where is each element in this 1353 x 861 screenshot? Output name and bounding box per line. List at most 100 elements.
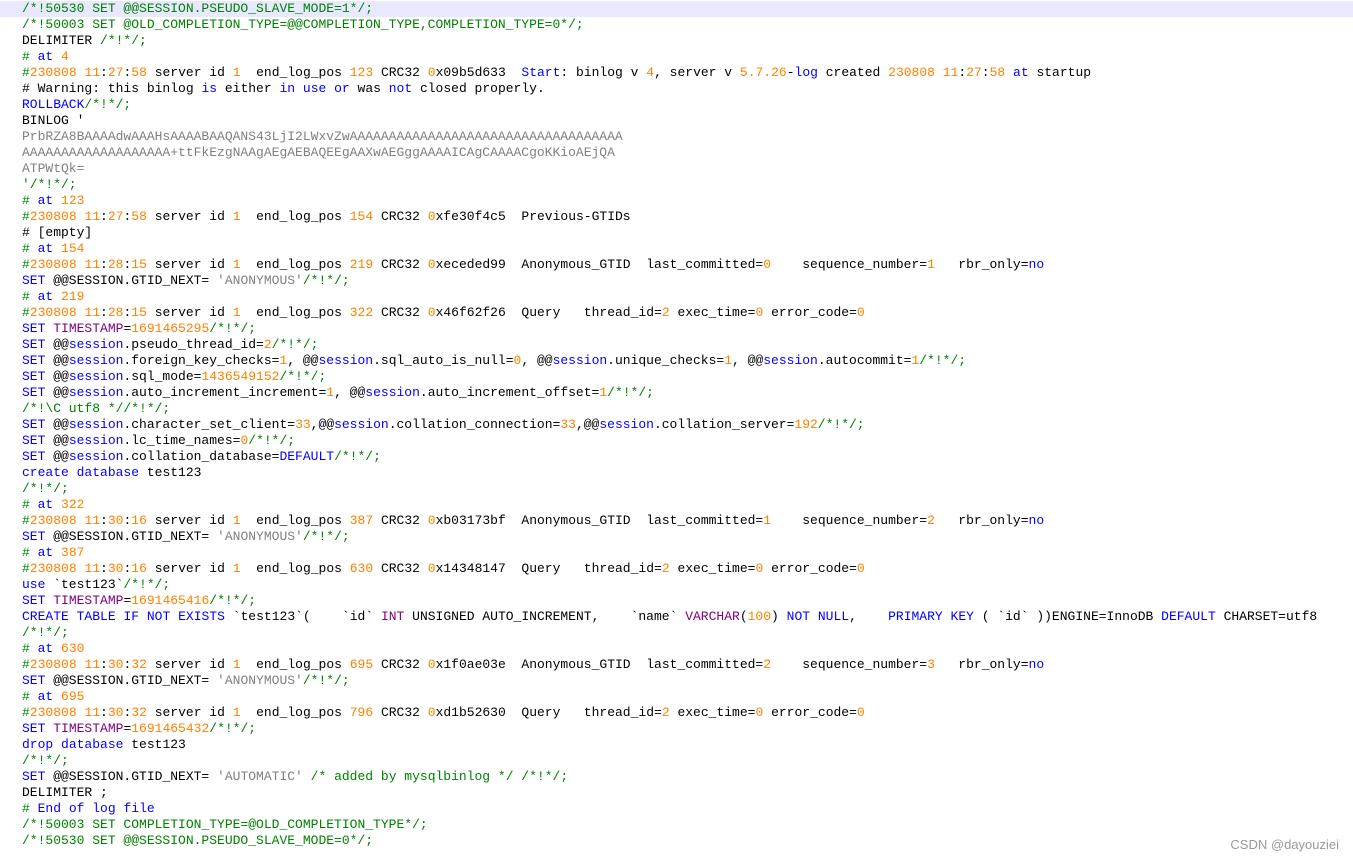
code-line[interactable]: AAAAAAAAAAAAAAAAAAA+ttFkEzgNAAgAEgAEBAQE… [22,145,615,161]
code-token: 3 [927,657,935,672]
code-token: `test123`( `id` [224,609,381,624]
code-token: : [100,513,108,528]
code-line[interactable]: SET TIMESTAMP=1691465432/*!*/; [22,721,256,737]
code-line[interactable]: /*!\C utf8 *//*!*/; [22,401,170,417]
code-token: .pseudo_thread_id= [123,337,264,352]
code-token: 0 [427,65,436,80]
code-line[interactable]: SET @@SESSION.GTID_NEXT= 'ANONYMOUS'/*!*… [22,673,350,689]
code-line[interactable]: /*!*/; [22,481,69,497]
code-line[interactable]: #230808 11:30:32 server id 1 end_log_pos… [22,705,865,721]
code-line[interactable]: PrbRZA8BAAAAdwAAAHsAAAABAAQANS43LjI2LWxv… [22,129,623,145]
code-token: @@SESSION.GTID_NEXT= [45,769,218,784]
code-token: : [100,657,108,672]
code-token: @@SESSION.GTID_NEXT= [45,529,218,544]
code-token: /*!*/; [209,721,257,736]
code-line[interactable]: SET @@session.pseudo_thread_id=2/*!*/; [22,337,318,353]
code-line[interactable]: # End of log file [22,801,155,817]
code-line[interactable]: #230808 11:27:58 server id 1 end_log_pos… [22,65,1091,81]
code-token: 192 [794,417,818,432]
code-line[interactable]: /*!50003 SET COMPLETION_TYPE=@OLD_COMPLE… [22,817,428,833]
code-line[interactable]: SET @@session.foreign_key_checks=1, @@se… [22,353,966,369]
code-token: end_log_pos [240,209,350,224]
code-line[interactable]: drop database test123 [22,737,186,753]
code-token: 230808 [29,257,77,272]
code-token: 630 [61,641,85,656]
code-line[interactable]: #230808 11:28:15 server id 1 end_log_pos… [22,257,1044,273]
code-token: at [37,241,54,256]
code-line[interactable]: SET @@session.sql_mode=1436549152/*!*/; [22,369,326,385]
code-token: SET [22,529,46,544]
code-token: session [68,449,124,464]
code-token: 30 [107,561,124,576]
code-line[interactable]: /*!*/; [22,625,69,641]
code-line[interactable]: # at 387 [22,545,84,561]
code-token: 15 [131,257,147,272]
code-token: 1 [232,209,241,224]
code-token: # [22,49,38,64]
code-token: 'ANONYMOUS' [217,529,303,544]
code-line[interactable]: create database test123 [22,465,201,481]
code-token: .collation_database= [123,449,280,464]
code-line[interactable]: SET @@session.auto_increment_increment=1… [22,385,654,401]
code-line[interactable]: SET TIMESTAMP=1691465416/*!*/; [22,593,256,609]
code-line[interactable]: # at 322 [22,497,84,513]
code-line[interactable]: SET @@session.lc_time_names=0/*!*/; [22,433,295,449]
code-token: 1 [232,561,241,576]
code-line[interactable]: SET @@session.character_set_client=33,@@… [22,417,865,433]
code-token: test123 [139,465,202,480]
code-line[interactable]: /*!*/; [22,753,69,769]
code-line[interactable]: # at 219 [22,289,84,305]
code-line[interactable]: /*!50530 SET @@SESSION.PSEUDO_SLAVE_MODE… [0,1,1353,17]
code-line[interactable]: SET @@SESSION.GTID_NEXT= 'ANONYMOUS'/*!*… [22,529,350,545]
code-token: at [37,497,54,512]
code-token: 1 [763,513,772,528]
code-line[interactable]: # at 123 [22,193,84,209]
code-line[interactable]: DELIMITER /*!*/; [22,33,147,49]
code-token: , [849,609,889,624]
code-line[interactable]: #230808 11:27:58 server id 1 end_log_pos… [22,209,631,225]
code-line[interactable]: /*!50003 SET @OLD_COMPLETION_TYPE=@@COMP… [22,17,584,33]
code-token: 11 [84,209,101,224]
code-token: end_log_pos [240,257,350,272]
code-token: /*!*/; [22,481,69,496]
code-token: rbr_only= [934,513,1029,528]
code-line[interactable]: # at 695 [22,689,84,705]
code-token: CRC32 [373,257,428,272]
code-token: 58 [131,65,147,80]
code-token: 15 [131,305,147,320]
code-token: : [100,257,108,272]
code-line[interactable]: use `test123`/*!*/; [22,577,170,593]
code-token: or [334,81,350,96]
code-line[interactable]: ROLLBACK/*!*/; [22,97,131,113]
code-line[interactable]: #230808 11:30:16 server id 1 end_log_pos… [22,561,865,577]
code-token: x46f62f26 Query thread_id= [435,305,662,320]
code-line[interactable]: ATPWtQk= [22,161,84,177]
code-line[interactable]: # Warning: this binlog is either in use … [22,81,545,97]
code-line[interactable]: DELIMITER ; [22,785,108,801]
code-editor[interactable]: /*!50530 SET @@SESSION.PSEUDO_SLAVE_MODE… [0,0,1353,861]
code-line[interactable]: SET @@SESSION.GTID_NEXT= 'ANONYMOUS'/*!*… [22,273,350,289]
code-line[interactable]: # at 630 [22,641,84,657]
code-line[interactable]: CREATE TABLE IF NOT EXISTS `test123`( `i… [22,609,1317,625]
code-line[interactable]: #230808 11:30:16 server id 1 end_log_pos… [22,513,1044,529]
code-token: 2 [927,513,935,528]
code-token: sequence_number= [771,513,928,528]
code-line[interactable]: '/*!*/; [22,177,77,193]
code-line[interactable]: #230808 11:30:32 server id 1 end_log_pos… [22,657,1044,673]
code-token: 230808 [29,657,77,672]
code-line[interactable]: # at 154 [22,241,84,257]
code-line[interactable]: /*!50530 SET @@SESSION.PSEUDO_SLAVE_MODE… [22,833,373,849]
code-token: .unique_checks= [607,353,725,368]
code-line[interactable]: #230808 11:28:15 server id 1 end_log_pos… [22,305,865,321]
code-line[interactable]: SET TIMESTAMP=1691465295/*!*/; [22,321,256,337]
code-line[interactable]: # [empty] [22,225,92,241]
code-line[interactable]: SET @@session.collation_database=DEFAULT… [22,449,381,465]
code-line[interactable]: BINLOG ' [22,113,84,129]
code-line[interactable]: SET @@SESSION.GTID_NEXT= 'AUTOMATIC' /* … [22,769,568,785]
code-token: /*!*/; [271,337,319,352]
code-line[interactable]: # at 4 [22,49,69,65]
